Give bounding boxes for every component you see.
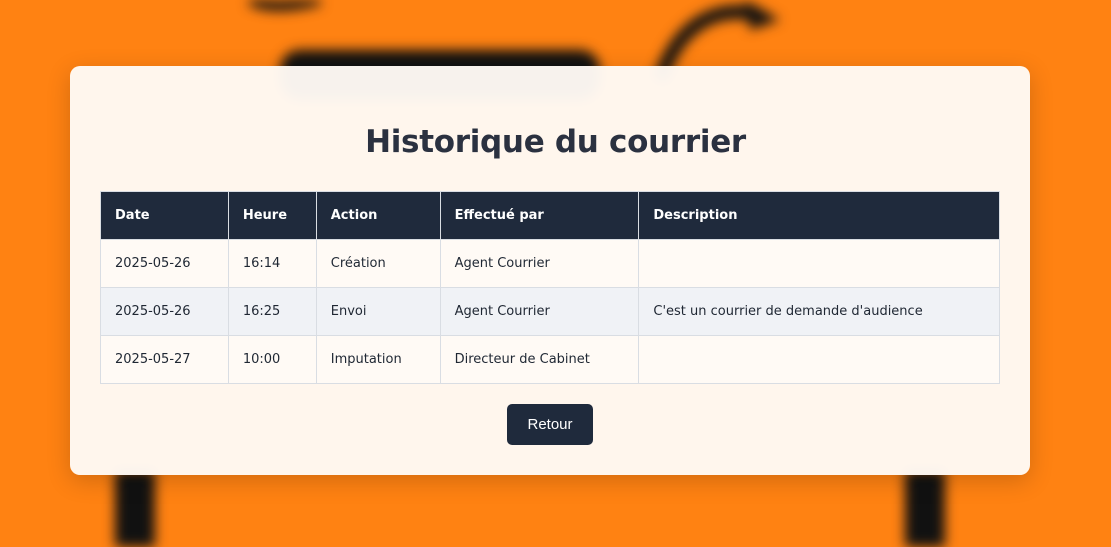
column-header-date: Date (100, 191, 229, 240)
cell-description (638, 239, 1000, 288)
cell-effectue-par: Agent Courrier (439, 239, 640, 288)
cell-date: 2025-05-27 (100, 335, 229, 384)
cell-heure: 16:14 (227, 239, 317, 288)
page-title: Historique du courrier (365, 124, 746, 160)
table-row: 2025-05-27 10:00 Imputation Directeur de… (100, 335, 1000, 384)
cell-date: 2025-05-26 (100, 287, 229, 336)
table-header-row: Date Heure Action Effectué par Descripti… (100, 191, 1000, 240)
cell-heure: 10:00 (227, 335, 317, 384)
table-row: 2025-05-26 16:25 Envoi Agent Courrier C'… (100, 287, 1000, 336)
cell-action: Imputation (315, 335, 441, 384)
cell-action: Création (315, 239, 441, 288)
cell-action: Envoi (315, 287, 441, 336)
cell-effectue-par: Directeur de Cabinet (439, 335, 640, 384)
cell-date: 2025-05-26 (100, 239, 229, 288)
column-header-description: Description (638, 191, 1000, 240)
cell-effectue-par: Agent Courrier (439, 287, 640, 336)
history-table: Date Heure Action Effectué par Descripti… (100, 191, 1000, 384)
cell-description: C'est un courrier de demande d'audience (638, 287, 1000, 336)
column-header-action: Action (315, 191, 441, 240)
column-header-effectue-par: Effectué par (439, 191, 640, 240)
back-button[interactable]: Retour (507, 404, 593, 445)
cell-description (638, 335, 1000, 384)
table-row: 2025-05-26 16:14 Création Agent Courrier (100, 239, 1000, 288)
cell-heure: 16:25 (227, 287, 317, 336)
column-header-heure: Heure (227, 191, 317, 240)
